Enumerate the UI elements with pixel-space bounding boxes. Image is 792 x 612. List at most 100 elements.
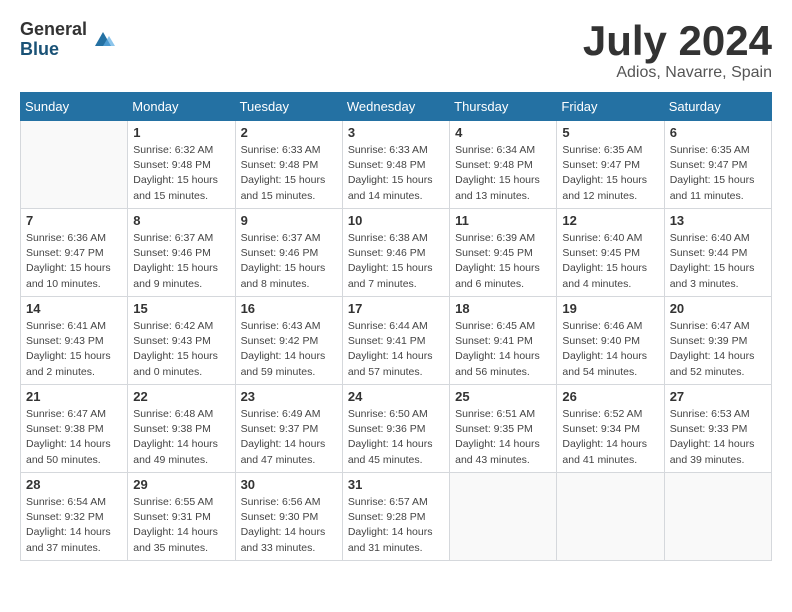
col-wednesday: Wednesday [342,93,449,121]
table-cell: 20Sunrise: 6:47 AMSunset: 9:39 PMDayligh… [664,297,771,385]
day-info: Sunrise: 6:41 AMSunset: 9:43 PMDaylight:… [26,319,122,380]
col-thursday: Thursday [450,93,557,121]
table-cell: 5 Sunrise: 6:35 AMSunset: 9:47 PMDaylight… [557,121,664,209]
week-row-1: 1 Sunrise: 6:32 AMSunset: 9:48 PMDaylight… [21,121,772,209]
col-sunday: Sunday [21,93,128,121]
day-number: 10 [348,213,444,228]
day-number: 12 [562,213,658,228]
day-number: 26 [562,389,658,404]
day-info: Sunrise: 6:33 AMSunset: 9:48 PMDaylight:… [348,143,444,204]
table-cell [664,473,771,561]
day-info: Sunrise: 6:35 AMSunset: 9:47 PMDaylight:… [670,143,766,204]
day-number: 4 [455,125,551,140]
day-info: Sunrise: 6:57 AMSunset: 9:28 PMDaylight:… [348,495,444,556]
table-cell: 31Sunrise: 6:57 AMSunset: 9:28 PMDayligh… [342,473,449,561]
week-row-2: 7Sunrise: 6:36 AMSunset: 9:47 PMDaylight… [21,209,772,297]
day-number: 20 [670,301,766,316]
table-cell: 23Sunrise: 6:49 AMSunset: 9:37 PMDayligh… [235,385,342,473]
table-cell: 6 Sunrise: 6:35 AMSunset: 9:47 PMDaylight… [664,121,771,209]
day-info: Sunrise: 6:55 AMSunset: 9:31 PMDaylight:… [133,495,229,556]
day-number: 18 [455,301,551,316]
table-cell: 3Sunrise: 6:33 AMSunset: 9:48 PMDaylight… [342,121,449,209]
logo-icon [91,28,115,52]
title-block: July 2024 Adios, Navarre, Spain [583,20,772,82]
table-cell: 7Sunrise: 6:36 AMSunset: 9:47 PMDaylight… [21,209,128,297]
day-info: Sunrise: 6:37 AMSunset: 9:46 PMDaylight:… [241,231,337,292]
table-cell: 17 Sunrise: 6:44 AMSunset: 9:41 PMDayligh… [342,297,449,385]
day-number: 8 [133,213,229,228]
table-cell: 19 Sunrise: 6:46 AMSunset: 9:40 PMDayligh… [557,297,664,385]
table-cell: 4 Sunrise: 6:34 AMSunset: 9:48 PMDaylight… [450,121,557,209]
table-cell: 11 Sunrise: 6:39 AMSunset: 9:45 PMDayligh… [450,209,557,297]
col-saturday: Saturday [664,93,771,121]
day-number: 21 [26,389,122,404]
table-cell [557,473,664,561]
table-cell: 18Sunrise: 6:45 AMSunset: 9:41 PMDayligh… [450,297,557,385]
day-info: Sunrise: 6:47 AMSunset: 9:38 PMDaylight:… [26,407,122,468]
day-info: Sunrise: 6:34 AMSunset: 9:48 PMDaylight:… [455,143,551,204]
day-info: Sunrise: 6:35 AMSunset: 9:47 PMDaylight:… [562,143,658,204]
day-info: Sunrise: 6:39 AMSunset: 9:45 PMDaylight:… [455,231,551,292]
logo: General Blue [20,20,115,60]
day-number: 19 [562,301,658,316]
table-cell: 15 Sunrise: 6:42 AMSunset: 9:43 PMDayligh… [128,297,235,385]
day-info: Sunrise: 6:40 AMSunset: 9:44 PMDaylight:… [670,231,766,292]
table-cell [450,473,557,561]
day-number: 1 [133,125,229,140]
table-cell: 28Sunrise: 6:54 AMSunset: 9:32 PMDayligh… [21,473,128,561]
day-number: 24 [348,389,444,404]
table-cell: 29 Sunrise: 6:55 AMSunset: 9:31 PMDayligh… [128,473,235,561]
day-number: 6 [670,125,766,140]
table-cell: 16 Sunrise: 6:43 AMSunset: 9:42 PMDayligh… [235,297,342,385]
day-number: 17 [348,301,444,316]
day-info: Sunrise: 6:46 AMSunset: 9:40 PMDaylight:… [562,319,658,380]
week-row-5: 28Sunrise: 6:54 AMSunset: 9:32 PMDayligh… [21,473,772,561]
day-number: 22 [133,389,229,404]
day-number: 30 [241,477,337,492]
table-cell: 26Sunrise: 6:52 AMSunset: 9:34 PMDayligh… [557,385,664,473]
table-cell: 12 Sunrise: 6:40 AMSunset: 9:45 PMDayligh… [557,209,664,297]
table-cell: 22 Sunrise: 6:48 AMSunset: 9:38 PMDayligh… [128,385,235,473]
table-cell: 27Sunrise: 6:53 AMSunset: 9:33 PMDayligh… [664,385,771,473]
table-cell [21,121,128,209]
day-number: 29 [133,477,229,492]
col-tuesday: Tuesday [235,93,342,121]
day-info: Sunrise: 6:40 AMSunset: 9:45 PMDaylight:… [562,231,658,292]
col-monday: Monday [128,93,235,121]
day-info: Sunrise: 6:42 AMSunset: 9:43 PMDaylight:… [133,319,229,380]
day-number: 11 [455,213,551,228]
day-number: 5 [562,125,658,140]
day-number: 2 [241,125,337,140]
day-info: Sunrise: 6:37 AMSunset: 9:46 PMDaylight:… [133,231,229,292]
table-cell: 13Sunrise: 6:40 AMSunset: 9:44 PMDayligh… [664,209,771,297]
table-cell: 24 Sunrise: 6:50 AMSunset: 9:36 PMDayligh… [342,385,449,473]
table-cell: 25 Sunrise: 6:51 AMSunset: 9:35 PMDayligh… [450,385,557,473]
day-info: Sunrise: 6:49 AMSunset: 9:37 PMDaylight:… [241,407,337,468]
day-info: Sunrise: 6:48 AMSunset: 9:38 PMDaylight:… [133,407,229,468]
day-number: 25 [455,389,551,404]
logo-blue-text: Blue [20,40,87,60]
day-number: 9 [241,213,337,228]
day-info: Sunrise: 6:56 AMSunset: 9:30 PMDaylight:… [241,495,337,556]
table-cell: 2Sunrise: 6:33 AMSunset: 9:48 PMDaylight… [235,121,342,209]
day-info: Sunrise: 6:36 AMSunset: 9:47 PMDaylight:… [26,231,122,292]
day-info: Sunrise: 6:51 AMSunset: 9:35 PMDaylight:… [455,407,551,468]
day-number: 15 [133,301,229,316]
table-cell: 21 Sunrise: 6:47 AMSunset: 9:38 PMDayligh… [21,385,128,473]
day-info: Sunrise: 6:32 AMSunset: 9:48 PMDaylight:… [133,143,229,204]
day-info: Sunrise: 6:53 AMSunset: 9:33 PMDaylight:… [670,407,766,468]
table-cell: 30 Sunrise: 6:56 AMSunset: 9:30 PMDayligh… [235,473,342,561]
location: Adios, Navarre, Spain [583,64,772,82]
day-info: Sunrise: 6:50 AMSunset: 9:36 PMDaylight:… [348,407,444,468]
week-row-4: 21 Sunrise: 6:47 AMSunset: 9:38 PMDayligh… [21,385,772,473]
table-cell: 9 Sunrise: 6:37 AMSunset: 9:46 PMDaylight… [235,209,342,297]
day-number: 14 [26,301,122,316]
day-number: 16 [241,301,337,316]
day-info: Sunrise: 6:38 AMSunset: 9:46 PMDaylight:… [348,231,444,292]
day-info: Sunrise: 6:44 AMSunset: 9:41 PMDaylight:… [348,319,444,380]
week-row-3: 14 Sunrise: 6:41 AMSunset: 9:43 PMDayligh… [21,297,772,385]
logo-general-text: General [20,20,87,40]
day-info: Sunrise: 6:43 AMSunset: 9:42 PMDaylight:… [241,319,337,380]
col-friday: Friday [557,93,664,121]
table-cell: 8 Sunrise: 6:37 AMSunset: 9:46 PMDaylight… [128,209,235,297]
